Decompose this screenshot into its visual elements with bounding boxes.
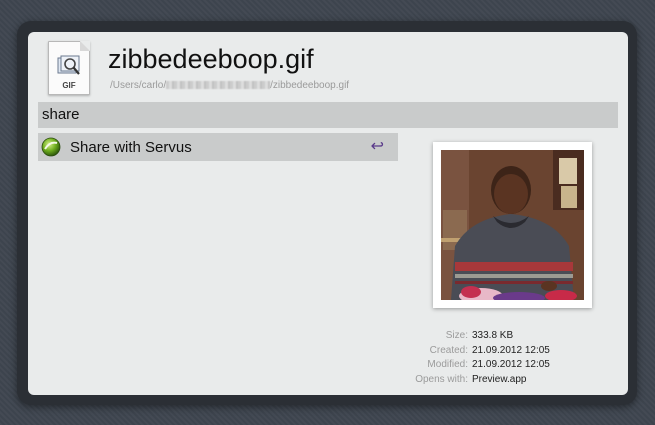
file-title: zibbedeeboop.gif <box>108 44 314 74</box>
page-fold <box>80 41 90 51</box>
size-label: Size: <box>445 330 468 341</box>
redacted-path-segment <box>166 81 271 89</box>
search-query-text: share <box>42 106 80 123</box>
gif-file-icon: GIF <box>48 41 90 95</box>
modified-value: 21.09.2012 12:05 <box>472 359 550 370</box>
image-preview <box>433 142 592 308</box>
created-value: 21.09.2012 12:05 <box>472 344 550 356</box>
file-extension-label: GIF <box>62 81 76 90</box>
return-key-icon: ↩ <box>370 138 384 155</box>
servus-app-icon <box>41 137 61 157</box>
metadata-row-modified: Modified: 21.09.2012 12:05 <box>388 358 628 373</box>
launcher-panel: GIF zibbedeeboop.gif /Users/carlo/ /zibbe… <box>28 32 628 395</box>
opens-with-label: Opens with: <box>415 373 468 385</box>
metadata-row-size: Size: 333.8 KB <box>388 329 628 344</box>
file-path: /Users/carlo/ /zibbedeeboop.gif <box>110 80 349 91</box>
image-thumbnail <box>441 150 584 300</box>
path-prefix: /Users/carlo/ <box>110 80 167 91</box>
file-metadata: Size: 333.8 KB Created: 21.09.2012 12:05 M… <box>388 329 628 387</box>
preview-app-icon <box>57 55 80 75</box>
modified-label: Modified: <box>427 359 468 370</box>
metadata-row-opens-with: Opens with: Preview.app <box>388 373 628 388</box>
result-label: Share with Servus <box>70 139 192 156</box>
size-value: 333.8 KB <box>472 330 514 341</box>
path-suffix: /zibbedeeboop.gif <box>270 80 350 91</box>
search-field[interactable]: share <box>38 102 618 128</box>
created-label: Created: <box>429 344 468 356</box>
opens-with-value: Preview.app <box>472 373 527 385</box>
metadata-row-created: Created: 21.09.2012 12:05 <box>388 344 628 359</box>
result-item-share-with-servus[interactable]: Share with Servus ↩ <box>38 133 398 161</box>
